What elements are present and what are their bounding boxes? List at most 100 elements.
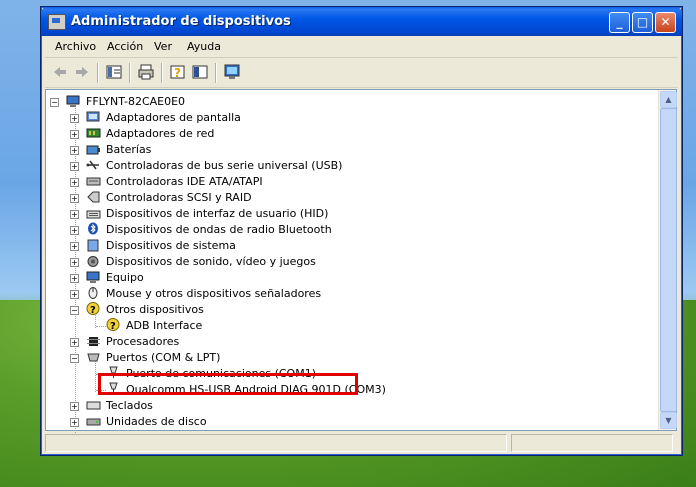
- toolbar-separator: [215, 63, 217, 83]
- tree-item-label: Adaptadores de red: [106, 127, 215, 140]
- tree-root[interactable]: − FFLYNT-82CAE0E0: [46, 94, 646, 110]
- menu-bar: Archivo Acción Ver Ayuda: [45, 37, 678, 58]
- tree-item-label: Puertos (COM & LPT): [106, 351, 221, 364]
- expand-toggle[interactable]: +: [70, 274, 79, 283]
- tree-item[interactable]: + Controladoras de bus serie universal (…: [46, 158, 646, 174]
- system-device-icon: [87, 239, 99, 252]
- tree-item-label: Baterías: [106, 143, 152, 156]
- tree-item[interactable]: + Adaptadores de red: [46, 126, 646, 142]
- ide-controller-icon: [86, 177, 101, 186]
- usb-icon: [86, 160, 99, 170]
- properties-icon[interactable]: [105, 63, 123, 81]
- close-button[interactable]: ✕: [655, 12, 676, 33]
- expand-toggle[interactable]: +: [70, 146, 79, 155]
- menu-ver[interactable]: Ver: [154, 40, 172, 53]
- expand-toggle[interactable]: +: [70, 290, 79, 299]
- expand-toggle[interactable]: +: [70, 258, 79, 267]
- scroll-down-button[interactable]: ▼: [660, 412, 677, 429]
- svg-text:?: ?: [90, 305, 96, 315]
- tree-item-label: ADB Interface: [126, 319, 203, 332]
- status-bar: [45, 432, 678, 452]
- status-cell-secondary: [511, 434, 673, 452]
- tree-item[interactable]: + Dispositivos de sistema: [46, 238, 646, 254]
- toolbar-separator: [97, 63, 99, 83]
- expand-toggle[interactable]: +: [70, 210, 79, 219]
- battery-icon: [86, 145, 100, 155]
- expand-toggle[interactable]: +: [70, 226, 79, 235]
- svg-text:?: ?: [174, 66, 181, 80]
- tree-item[interactable]: + Unidades de disco: [46, 414, 646, 430]
- collapse-toggle[interactable]: −: [50, 98, 59, 107]
- scan-hardware-icon[interactable]: [223, 63, 241, 81]
- keyboard-icon: [86, 401, 101, 410]
- help-icon[interactable]: ?: [169, 63, 187, 81]
- tree-item[interactable]: + Controladoras SCSI y RAID: [46, 190, 646, 206]
- tree-item[interactable]: + Mouse y otros dispositivos señaladores: [46, 286, 646, 302]
- menu-ayuda[interactable]: Ayuda: [187, 40, 221, 53]
- processor-icon: [87, 337, 100, 346]
- tree-item[interactable]: + Dispositivos de interfaz de usuario (H…: [46, 206, 646, 222]
- tree-item[interactable]: + Dispositivos de ondas de radio Bluetoo…: [46, 222, 646, 238]
- hid-icon: [86, 210, 101, 219]
- tree-item-label: Adaptadores de pantalla: [106, 111, 241, 124]
- sound-icon: [87, 256, 99, 267]
- tree-item-label: Unidades de disco: [106, 415, 207, 428]
- expand-toggle[interactable]: +: [70, 402, 79, 411]
- display-adapter-icon: [86, 111, 100, 122]
- scroll-thumb[interactable]: [660, 108, 677, 412]
- toolbar-separator: [161, 63, 163, 83]
- minimize-button[interactable]: _: [609, 12, 630, 33]
- tree-item-label: Dispositivos de ondas de radio Bluetooth: [106, 223, 332, 236]
- title-bar[interactable]: Administrador de dispositivos _ □ ✕: [41, 7, 682, 36]
- tree-item[interactable]: − Puertos (COM & LPT): [46, 350, 646, 366]
- computer-icon: [86, 271, 100, 283]
- expand-toggle[interactable]: +: [70, 338, 79, 347]
- expand-toggle[interactable]: +: [70, 242, 79, 251]
- tree-item-label: Otros dispositivos: [106, 303, 204, 316]
- tree-item[interactable]: + Adaptadores de pantalla: [46, 110, 646, 126]
- toolbar-separator: [129, 63, 131, 83]
- tree-root-label: FFLYNT-82CAE0E0: [86, 95, 186, 108]
- unknown-device-icon: ?: [86, 302, 100, 315]
- expand-toggle[interactable]: +: [70, 194, 79, 203]
- print-icon[interactable]: [137, 63, 155, 81]
- tree-item-label: Dispositivos de interfaz de usuario (HID…: [106, 207, 329, 220]
- network-adapter-icon: [86, 128, 101, 138]
- menu-accion[interactable]: Acción: [107, 40, 143, 53]
- tree-item[interactable]: − ? Otros dispositivos: [46, 302, 646, 318]
- back-arrow-icon[interactable]: [51, 63, 69, 81]
- vertical-scrollbar[interactable]: ▲ ▼: [658, 90, 677, 430]
- expand-toggle[interactable]: +: [70, 162, 79, 171]
- svg-text:?: ?: [110, 321, 116, 331]
- expand-toggle[interactable]: +: [70, 418, 79, 427]
- tree-item-label: Controladoras IDE ATA/ATAPI: [106, 175, 263, 188]
- maximize-button[interactable]: □: [632, 12, 653, 33]
- tree-connector: [96, 326, 106, 327]
- pane-icon[interactable]: [191, 63, 209, 81]
- tree-item[interactable]: + Equipo: [46, 270, 646, 286]
- tree-item-label: Mouse y otros dispositivos señaladores: [106, 287, 322, 300]
- scroll-up-button[interactable]: ▲: [660, 91, 677, 108]
- expand-toggle[interactable]: +: [70, 114, 79, 123]
- expand-toggle[interactable]: +: [70, 178, 79, 187]
- collapse-toggle[interactable]: −: [70, 306, 79, 315]
- tree-item-label: Dispositivos de sistema: [106, 239, 236, 252]
- tree-item-label: Controladoras SCSI y RAID: [106, 191, 252, 204]
- collapse-toggle[interactable]: −: [70, 354, 79, 363]
- tree-item[interactable]: + Procesadores: [46, 334, 646, 350]
- tree-item-label: Dispositivos de sonido, vídeo y juegos: [106, 255, 316, 268]
- highlight-box: [98, 373, 358, 395]
- mouse-icon: [88, 287, 98, 299]
- forward-arrow-icon[interactable]: [73, 63, 91, 81]
- device-manager-icon: [48, 14, 66, 30]
- tree-item[interactable]: + Controladoras IDE ATA/ATAPI: [46, 174, 646, 190]
- tree-item-label: Equipo: [106, 271, 144, 284]
- tree-item[interactable]: + Teclados: [46, 398, 646, 414]
- tree-child-item[interactable]: ? ADB Interface: [46, 318, 646, 334]
- tree-item[interactable]: + Baterías: [46, 142, 646, 158]
- expand-toggle[interactable]: +: [70, 130, 79, 139]
- menu-archivo[interactable]: Archivo: [55, 40, 96, 53]
- window-title: Administrador de dispositivos: [71, 14, 291, 29]
- status-cell-main: [45, 434, 507, 452]
- tree-item[interactable]: + Dispositivos de sonido, vídeo y juegos: [46, 254, 646, 270]
